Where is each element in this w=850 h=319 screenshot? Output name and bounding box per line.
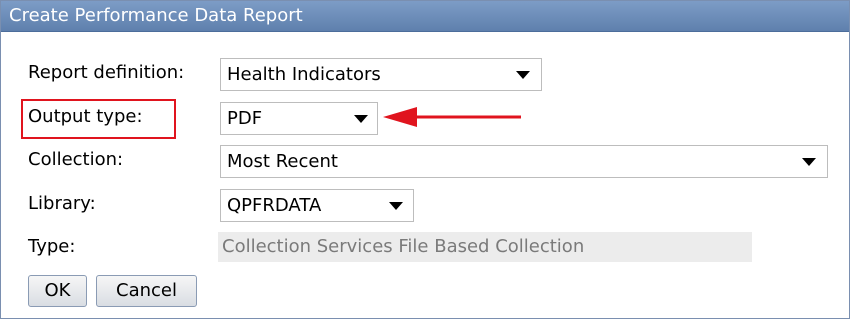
type-value: Collection Services File Based Collectio… xyxy=(222,236,585,257)
collection-value: Most Recent xyxy=(227,151,338,172)
report-dialog: Create Performance Data Report Report de… xyxy=(0,0,850,319)
chevron-down-icon xyxy=(516,71,530,79)
collection-select[interactable]: Most Recent xyxy=(220,145,828,178)
report-definition-value: Health Indicators xyxy=(227,64,381,85)
ok-button[interactable]: OK xyxy=(28,275,87,307)
title-bar: Create Performance Data Report xyxy=(1,1,849,32)
report-definition-label: Report definition: xyxy=(28,62,185,83)
library-select[interactable]: QPFRDATA xyxy=(220,189,414,222)
dialog-title: Create Performance Data Report xyxy=(9,5,303,26)
report-definition-select[interactable]: Health Indicators xyxy=(220,58,542,91)
chevron-down-icon xyxy=(389,202,403,210)
type-label: Type: xyxy=(28,236,76,257)
library-value: QPFRDATA xyxy=(227,195,322,216)
type-readonly-field: Collection Services File Based Collectio… xyxy=(218,232,752,262)
output-type-select[interactable]: PDF xyxy=(220,102,378,135)
output-type-value: PDF xyxy=(227,108,263,129)
chevron-down-icon xyxy=(802,158,816,166)
left-arrow-icon xyxy=(383,107,521,127)
chevron-down-icon xyxy=(354,115,368,123)
output-type-label: Output type: xyxy=(28,106,143,127)
collection-label: Collection: xyxy=(28,149,124,170)
cancel-button[interactable]: Cancel xyxy=(96,275,197,307)
library-label: Library: xyxy=(28,193,96,214)
